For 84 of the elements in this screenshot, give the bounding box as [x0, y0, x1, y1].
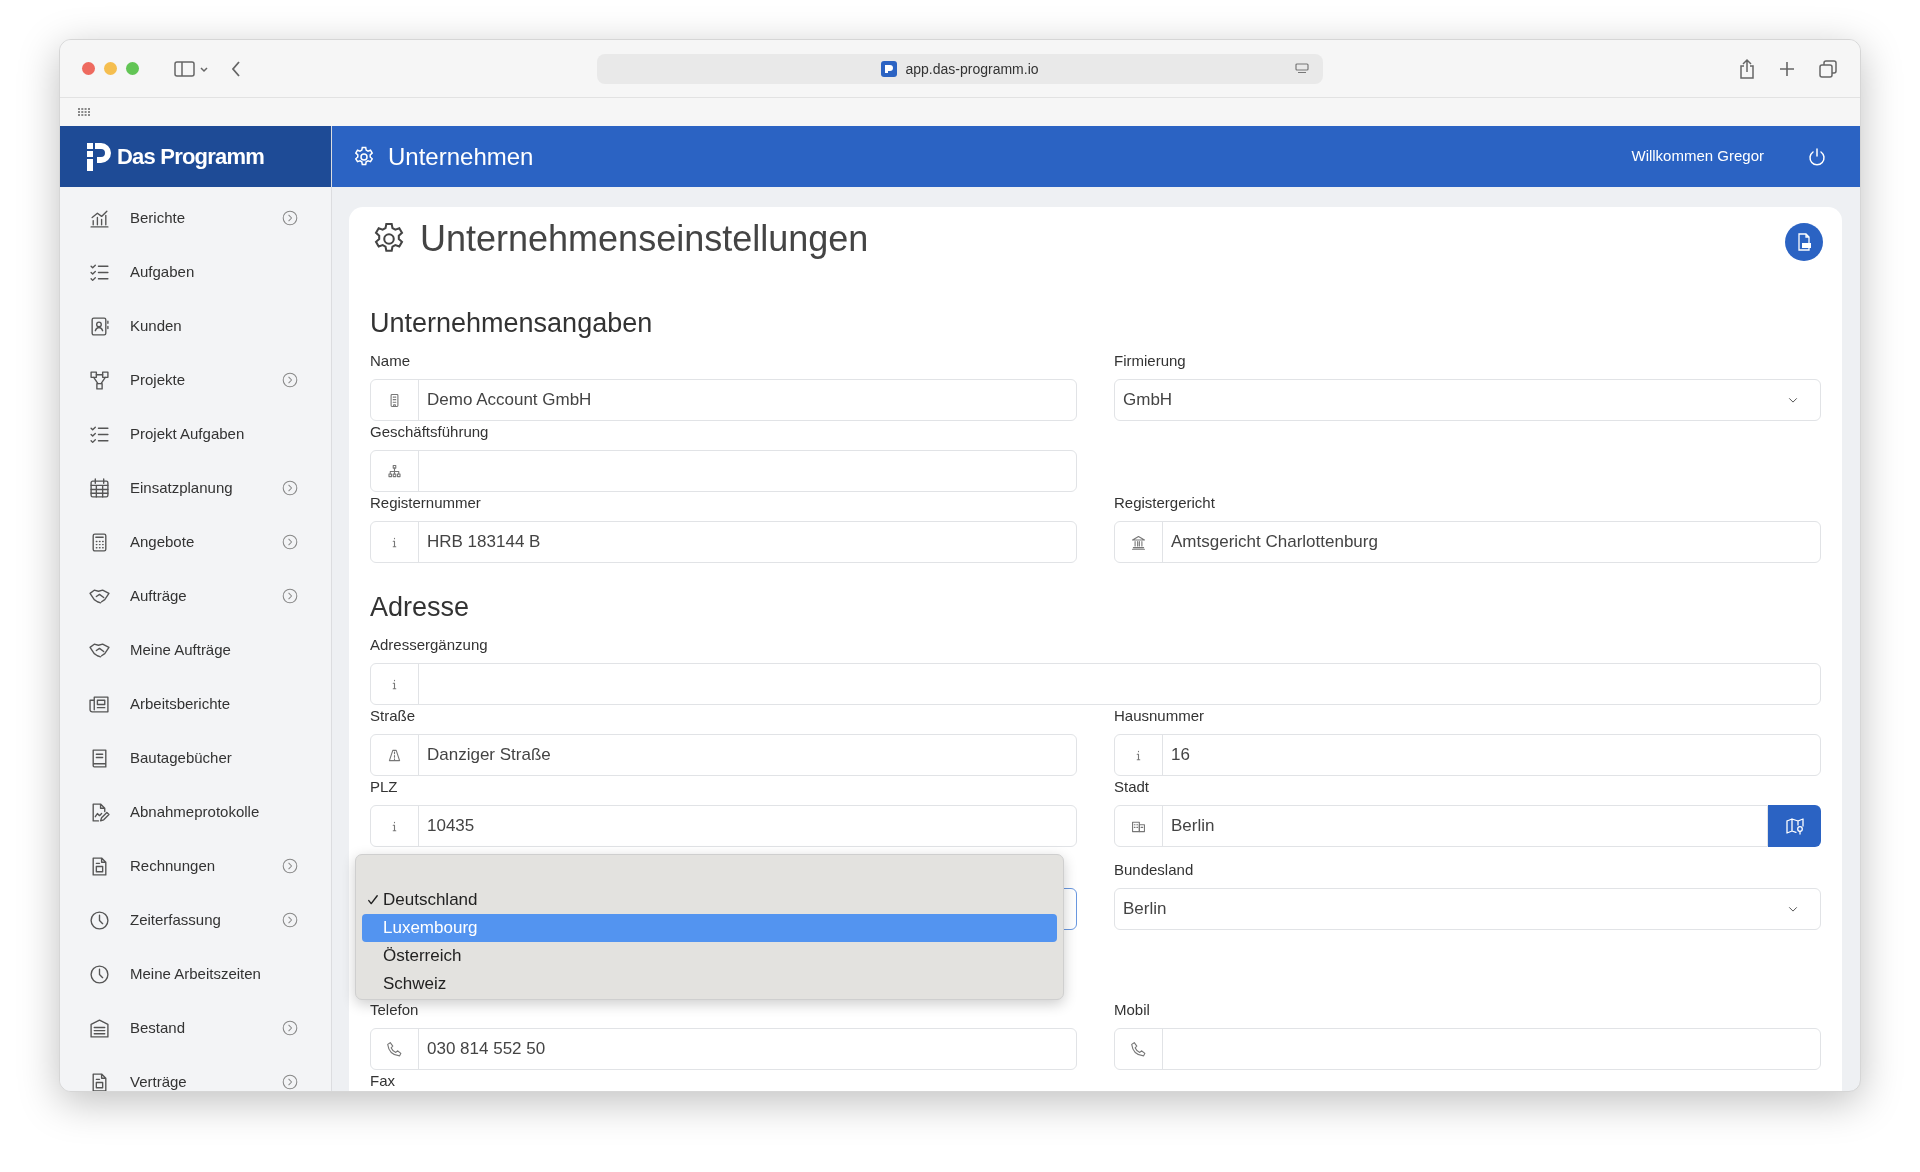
back-icon[interactable] [230, 59, 242, 78]
sidebar-item[interactable]: Angebote [60, 515, 331, 569]
sidebar-item[interactable]: Einsatzplanung [60, 461, 331, 515]
field-label: PLZ [370, 777, 399, 797]
sidebar-item[interactable]: Bautagebücher [60, 731, 331, 785]
sidebar-item[interactable]: Projekt Aufgaben [60, 407, 331, 461]
pdf-export-button[interactable] [1785, 223, 1823, 261]
field-label: Registernummer [370, 493, 482, 513]
url-text: app.das-programm.io [905, 59, 1039, 79]
power-icon[interactable] [1808, 147, 1826, 166]
field-label: Telefon [370, 1000, 420, 1020]
field-label: Adressergänzung [370, 635, 489, 655]
apps-grid-icon[interactable] [78, 108, 90, 116]
sidebar-item[interactable]: Projekte [60, 353, 331, 407]
sidebar-item[interactable]: Berichte [60, 191, 331, 245]
sidebar-item[interactable]: Bestand [60, 1001, 331, 1055]
logo-text: Das Programm [117, 143, 264, 171]
dropdown-option[interactable]: Schweiz [362, 970, 1057, 998]
input-field[interactable]: Berlin [1114, 805, 1768, 847]
section-heading: Adresse [370, 591, 471, 624]
sidebar-item[interactable]: Abnahmeprotokolle [60, 785, 331, 839]
input-field[interactable]: 10435 [370, 805, 1077, 847]
field-label: Fax [370, 1071, 396, 1091]
pdf-file-icon [1796, 233, 1812, 251]
field-label: Geschäftsführung [370, 422, 490, 442]
clock-icon [89, 963, 110, 985]
page-title: Unternehmen [388, 141, 534, 172]
sidebar-item[interactable]: Aufgaben [60, 245, 331, 299]
select-field[interactable]: GmbH [1114, 379, 1821, 421]
sidebar-item[interactable]: Meine Aufträge [60, 623, 331, 677]
close-window-button[interactable] [82, 62, 95, 75]
input-field[interactable]: 16 [1114, 734, 1821, 776]
map-button[interactable] [1768, 805, 1821, 847]
input-field[interactable]: Demo Account GmbH [370, 379, 1077, 421]
phone-icon [386, 1040, 403, 1058]
maximize-window-button[interactable] [126, 62, 139, 75]
checklist-icon [89, 423, 110, 445]
field-label: Registergericht [1114, 493, 1216, 513]
welcome-text: Willkommen Gregor [1631, 146, 1764, 167]
field-label: Bundesland [1114, 860, 1195, 880]
input-field[interactable] [1114, 1028, 1821, 1070]
input-field[interactable]: 030 814 552 50 [370, 1028, 1077, 1070]
hierarchy-icon [386, 462, 403, 480]
input-field[interactable]: HRB 183144 B [370, 521, 1077, 563]
sidebar-item[interactable]: Kunden [60, 299, 331, 353]
field-label: Name [370, 351, 411, 371]
field-label: Straße [370, 706, 416, 726]
card-title: Unternehmenseinstellungen [420, 217, 869, 261]
cabinet-icon [89, 1017, 110, 1039]
nodes-icon [89, 369, 110, 391]
tabs-overview-icon[interactable] [1818, 58, 1838, 80]
logo-icon [87, 142, 111, 171]
share-icon[interactable] [1738, 58, 1756, 80]
dropdown-option[interactable]: Deutschland [362, 886, 1057, 914]
sidebar-item[interactable]: Aufträge [60, 569, 331, 623]
contact-card-icon [89, 315, 110, 337]
checkmark-icon [367, 894, 379, 906]
reader-icon[interactable] [1295, 63, 1309, 75]
phone-icon [1130, 1040, 1147, 1058]
dropdown-option[interactable]: Österreich [362, 942, 1057, 970]
input-field[interactable] [370, 450, 1077, 492]
sidebar-item[interactable]: Zeiterfassung [60, 893, 331, 947]
sidebar-item[interactable]: Meine Arbeitszeiten [60, 947, 331, 1001]
map-pin-icon [1784, 816, 1805, 836]
sidebar-item[interactable]: Rechnungen [60, 839, 331, 893]
field-label: Hausnummer [1114, 706, 1206, 726]
calendar-icon [89, 477, 110, 499]
newspaper-icon [89, 693, 110, 715]
site-logo-icon [881, 61, 898, 77]
field-label: Mobil [1114, 1000, 1151, 1020]
address-bar[interactable]: app.das-programm.io [597, 54, 1323, 84]
clock-icon [89, 909, 110, 931]
sidebar-item[interactable]: Verträge [60, 1055, 331, 1091]
bank-icon [1130, 533, 1147, 551]
checklist-icon [89, 261, 110, 283]
section-heading: Unternehmensangaben [370, 307, 654, 340]
input-field[interactable]: Danziger Straße [370, 734, 1077, 776]
field-label: Firmierung [1114, 351, 1187, 371]
input-field[interactable]: Amtsgericht Charlottenburg [1114, 521, 1821, 563]
field-label: Stadt [1114, 777, 1151, 797]
sidebar-item[interactable]: Arbeitsberichte [60, 677, 331, 731]
input-field[interactable] [370, 663, 1821, 705]
select-field[interactable]: Berlin [1114, 888, 1821, 930]
sidebar-toggle-icon[interactable] [174, 59, 208, 78]
